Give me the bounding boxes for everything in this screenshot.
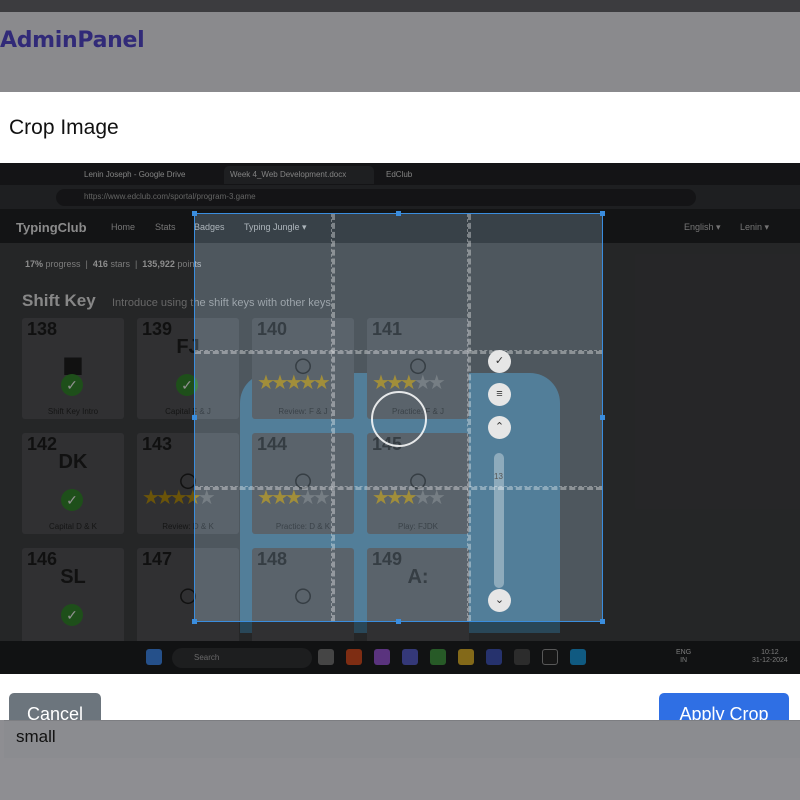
crop-mask xyxy=(0,622,800,674)
crop-guide-line xyxy=(467,214,471,621)
crop-handle-s[interactable] xyxy=(396,619,401,624)
admin-brand[interactable]: AdminPanel xyxy=(0,28,145,53)
apply-crop-button[interactable]: Apply Crop xyxy=(659,693,789,720)
crop-handle-se[interactable] xyxy=(600,619,605,624)
crop-handle-n[interactable] xyxy=(396,211,401,216)
chevron-up-icon[interactable]: ⌃ xyxy=(488,416,511,439)
menu-icon[interactable]: ≡ xyxy=(488,383,511,406)
crop-handle-e[interactable] xyxy=(600,415,605,420)
chevron-down-icon[interactable]: ⌄ xyxy=(488,589,511,612)
crop-guide-line xyxy=(195,486,602,490)
crop-mask xyxy=(0,163,800,213)
crop-handle-w[interactable] xyxy=(192,415,197,420)
cancel-button[interactable]: Cancel xyxy=(9,693,101,720)
size-field[interactable] xyxy=(4,720,800,758)
crop-mask xyxy=(0,213,194,622)
zoom-slider-label: 13 xyxy=(494,472,503,481)
crop-canvas[interactable]: Lenin Joseph - Google Drive Week 4_Web D… xyxy=(0,163,800,674)
crop-guide-line xyxy=(331,214,335,621)
crop-handle-sw[interactable] xyxy=(192,619,197,624)
crop-handle-ne[interactable] xyxy=(600,211,605,216)
crop-mask xyxy=(603,213,800,622)
loading-spinner-icon xyxy=(371,391,427,447)
modal-footer: Cancel Apply Crop xyxy=(0,674,800,720)
crop-handle-nw[interactable] xyxy=(192,211,197,216)
crop-guide-line xyxy=(195,350,602,354)
browser-top-strip xyxy=(0,0,800,12)
check-circle-icon[interactable]: ✓ xyxy=(488,350,511,373)
size-field-value: small xyxy=(16,727,56,746)
modal-header xyxy=(0,92,800,163)
modal-title: Crop Image xyxy=(9,116,119,139)
